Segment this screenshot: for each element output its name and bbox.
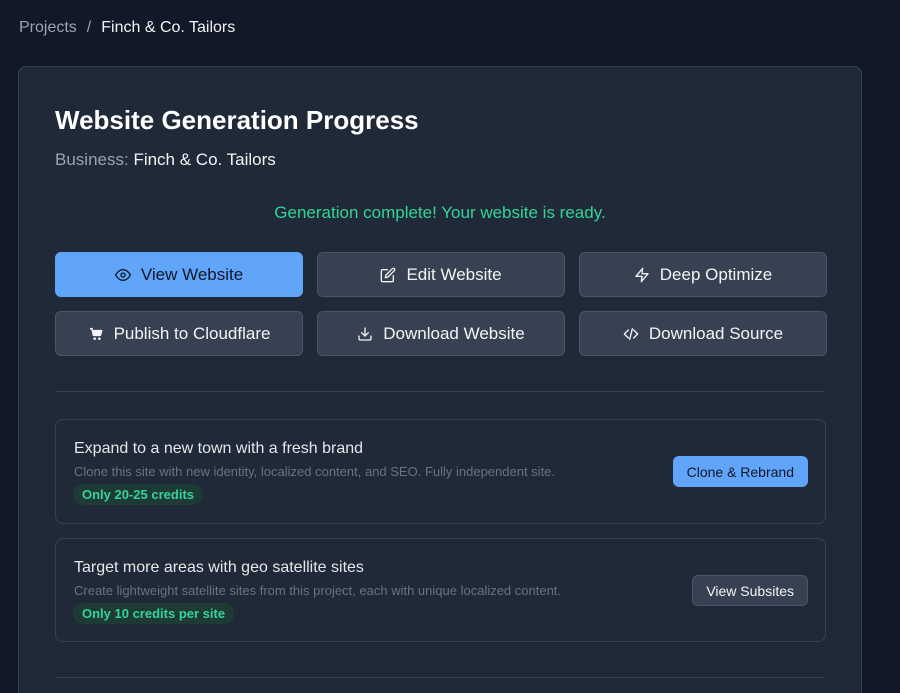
clone-rebrand-button[interactable]: Clone & Rebrand (672, 456, 808, 487)
edit-website-button[interactable]: Edit Website (317, 252, 565, 297)
deep-optimize-label: Deep Optimize (659, 264, 773, 284)
download-source-button[interactable]: Download Source (579, 311, 827, 356)
edit-website-label: Edit Website (406, 264, 502, 284)
code-icon (623, 327, 639, 340)
view-website-label: View Website (140, 264, 244, 284)
edit-icon (381, 267, 396, 282)
clone-rebrand-title: Expand to a new town with a fresh brand (74, 440, 364, 457)
publish-cloudflare-button[interactable]: Publish to Cloudflare (55, 311, 303, 356)
breadcrumb-current: Finch & Co. Tailors (101, 19, 236, 36)
publish-cloudflare-label: Publish to Cloudflare (113, 323, 271, 343)
download-website-button[interactable]: Download Website (317, 311, 565, 356)
clone-rebrand-description: Clone this site with new identity, local… (74, 464, 556, 479)
geo-satellite-credits-badge: Only 10 credits per site (73, 603, 235, 624)
clone-rebrand-credits-badge: Only 20-25 credits (73, 484, 203, 505)
action-buttons: View Website Edit Website Deep Optimize … (55, 252, 827, 356)
download-website-label: Download Website (383, 323, 525, 343)
view-website-button[interactable]: View Website (55, 252, 303, 297)
generation-status: Generation complete! Your website is rea… (274, 203, 606, 222)
breadcrumb-projects-link[interactable]: Projects (19, 19, 77, 37)
eye-icon (114, 268, 131, 281)
section-divider-bottom (55, 677, 825, 678)
geo-satellite-card: Target more areas with geo satellite sit… (55, 538, 826, 642)
geo-satellite-title: Target more areas with geo satellite sit… (74, 559, 364, 576)
geo-satellite-description: Create lightweight satellite sites from … (74, 583, 562, 598)
clone-rebrand-card: Expand to a new town with a fresh brand … (55, 419, 826, 524)
lightning-icon (635, 267, 649, 282)
business-info: Business: Finch & Co. Tailors (55, 150, 276, 170)
download-icon (358, 326, 372, 341)
section-divider (55, 391, 825, 392)
view-subsites-button[interactable]: View Subsites (692, 575, 808, 606)
business-label: Business: (55, 150, 129, 169)
download-source-label: Download Source (648, 323, 784, 343)
cart-icon (89, 327, 103, 340)
business-name: Finch & Co. Tailors (133, 150, 276, 169)
deep-optimize-button[interactable]: Deep Optimize (579, 252, 827, 297)
breadcrumb-separator: / (86, 19, 92, 36)
page-title: Website Generation Progress (55, 105, 419, 135)
breadcrumb: Projects / Finch & Co. Tailors (19, 19, 235, 37)
generation-progress-card: Website Generation Progress Business: Fi… (18, 66, 862, 693)
